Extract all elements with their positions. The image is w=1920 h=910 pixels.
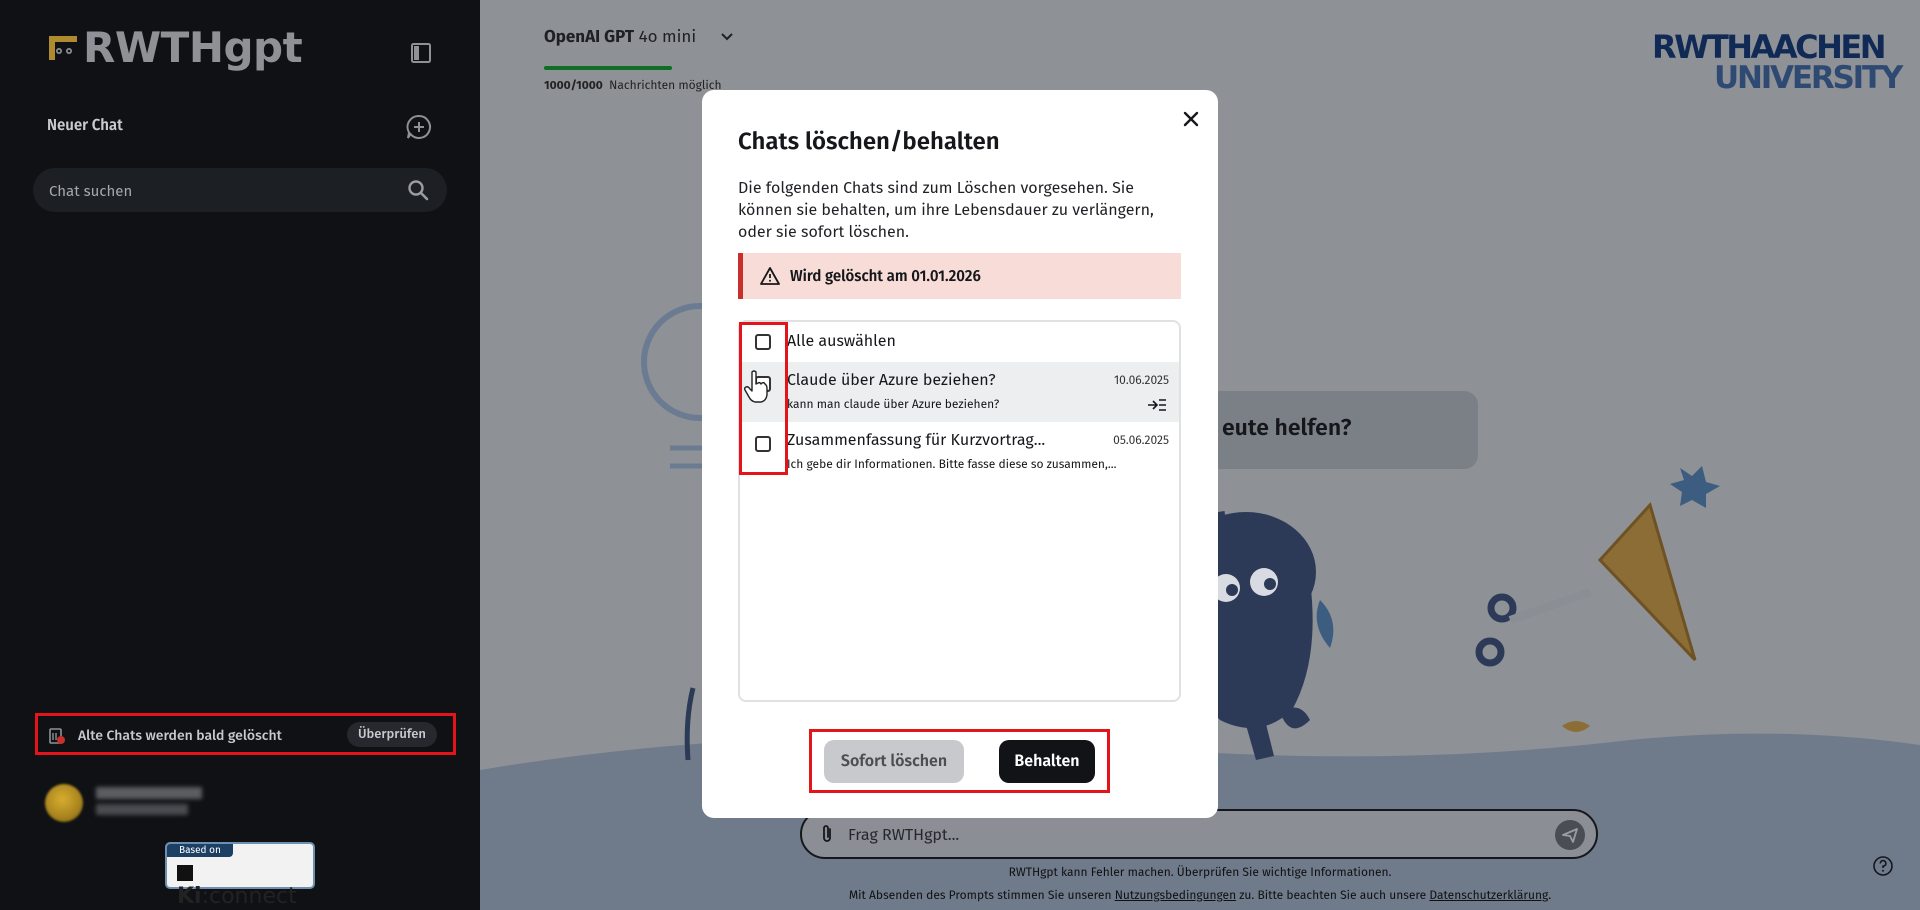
new-chat-label[interactable]: Neuer Chat [47, 116, 123, 134]
list-item[interactable]: Zusammenfassung für Kurzvortrag... Ich g… [740, 422, 1179, 482]
search-input[interactable] [47, 168, 391, 214]
deletion-warning: Wird gelöscht am 01.01.2026 [738, 253, 1181, 299]
trash-clock-icon [49, 728, 65, 744]
select-all-row[interactable]: Alle auswählen [740, 322, 1179, 362]
old-chats-notice-text: Alte Chats werden bald gelöscht [78, 727, 282, 744]
delete-now-button[interactable]: Sofort löschen [824, 740, 964, 783]
greeting-text: eute helfen? [1222, 414, 1352, 442]
send-button[interactable] [1555, 820, 1585, 850]
hand-cursor-icon [744, 370, 768, 403]
chat-preview: kann man claude über Azure beziehen? [787, 398, 1000, 412]
list-item[interactable]: Claude über Azure beziehen? kann man cla… [740, 362, 1179, 422]
disclaimer-line1: RWTHgpt kann Fehler machen. Überprüfen S… [1008, 866, 1392, 880]
prompt-input[interactable] [846, 811, 1530, 859]
select-all-label: Alle auswählen [787, 332, 896, 351]
sidebar-collapse-icon[interactable] [410, 42, 432, 64]
kiconnect-name-b: :connect [201, 884, 297, 909]
disclaimer-text-c: . [1548, 889, 1552, 903]
chat-preview: Ich gebe dir Informationen. Bitte fasse … [787, 458, 1117, 472]
kiconnect-logo: Ki:connect [177, 861, 313, 909]
chat-list: Alle auswählen Claude über Azure beziehe… [738, 320, 1181, 702]
avatar[interactable] [45, 784, 83, 822]
send-icon [1562, 828, 1578, 843]
chat-search [33, 168, 447, 214]
new-chat-icon[interactable] [406, 114, 432, 140]
help-icon[interactable] [1872, 855, 1894, 877]
open-chat-icon[interactable] [1147, 398, 1167, 412]
terms-link[interactable]: Nutzungsbedingungen [1115, 889, 1236, 903]
old-chats-notice[interactable]: Alte Chats werden bald gelöscht Überprüf… [35, 713, 456, 755]
warning-text: Wird gelöscht am 01.01.2026 [790, 267, 981, 285]
disclaimer-text-b: zu. Bitte beachten Sie auch unsere [1236, 889, 1430, 903]
close-icon[interactable] [1180, 108, 1202, 130]
based-on-caption: Based on [167, 844, 233, 857]
privacy-link[interactable]: Datenschutzerklärung [1429, 889, 1548, 903]
keep-button[interactable]: Behalten [999, 740, 1095, 783]
kiconnect-mark-icon [177, 865, 193, 881]
disclaimer-line2: Mit Absenden des Prompts stimmen Sie uns… [480, 889, 1920, 903]
sidebar: RWTHgpt Neuer Chat Alte Chats werden bal… [0, 0, 480, 910]
dialog-description: Die folgenden Chats sind zum Löschen vor… [738, 179, 1154, 242]
logo-mark-icon [49, 36, 77, 60]
chat-title: Claude über Azure beziehen? [787, 371, 996, 390]
review-button[interactable]: Überprüfen [347, 722, 437, 747]
dialog-title: Chats löschen/behalten [738, 128, 1000, 156]
chat-date: 05.06.2025 [1113, 434, 1169, 448]
user-name-blurred [96, 787, 202, 799]
user-email-blurred [96, 804, 188, 815]
paperclip-icon[interactable] [816, 823, 838, 845]
chat-date: 10.06.2025 [1113, 374, 1169, 388]
search-icon[interactable] [407, 179, 429, 201]
kiconnect-badge[interactable]: Based on Ki:connect [165, 842, 315, 909]
kiconnect-name-a: Ki [177, 884, 202, 909]
delete-keep-chats-dialog: Chats löschen/behalten Die folgenden Cha… [702, 90, 1218, 818]
logo-text: RWTHgpt [83, 23, 303, 72]
rwthgpt-logo[interactable]: RWTHgpt [47, 23, 303, 72]
chat-title: Zusammenfassung für Kurzvortrag... [787, 431, 1046, 450]
disclaimer-text-a: Mit Absenden des Prompts stimmen Sie uns… [848, 889, 1115, 903]
warning-icon [760, 267, 780, 285]
